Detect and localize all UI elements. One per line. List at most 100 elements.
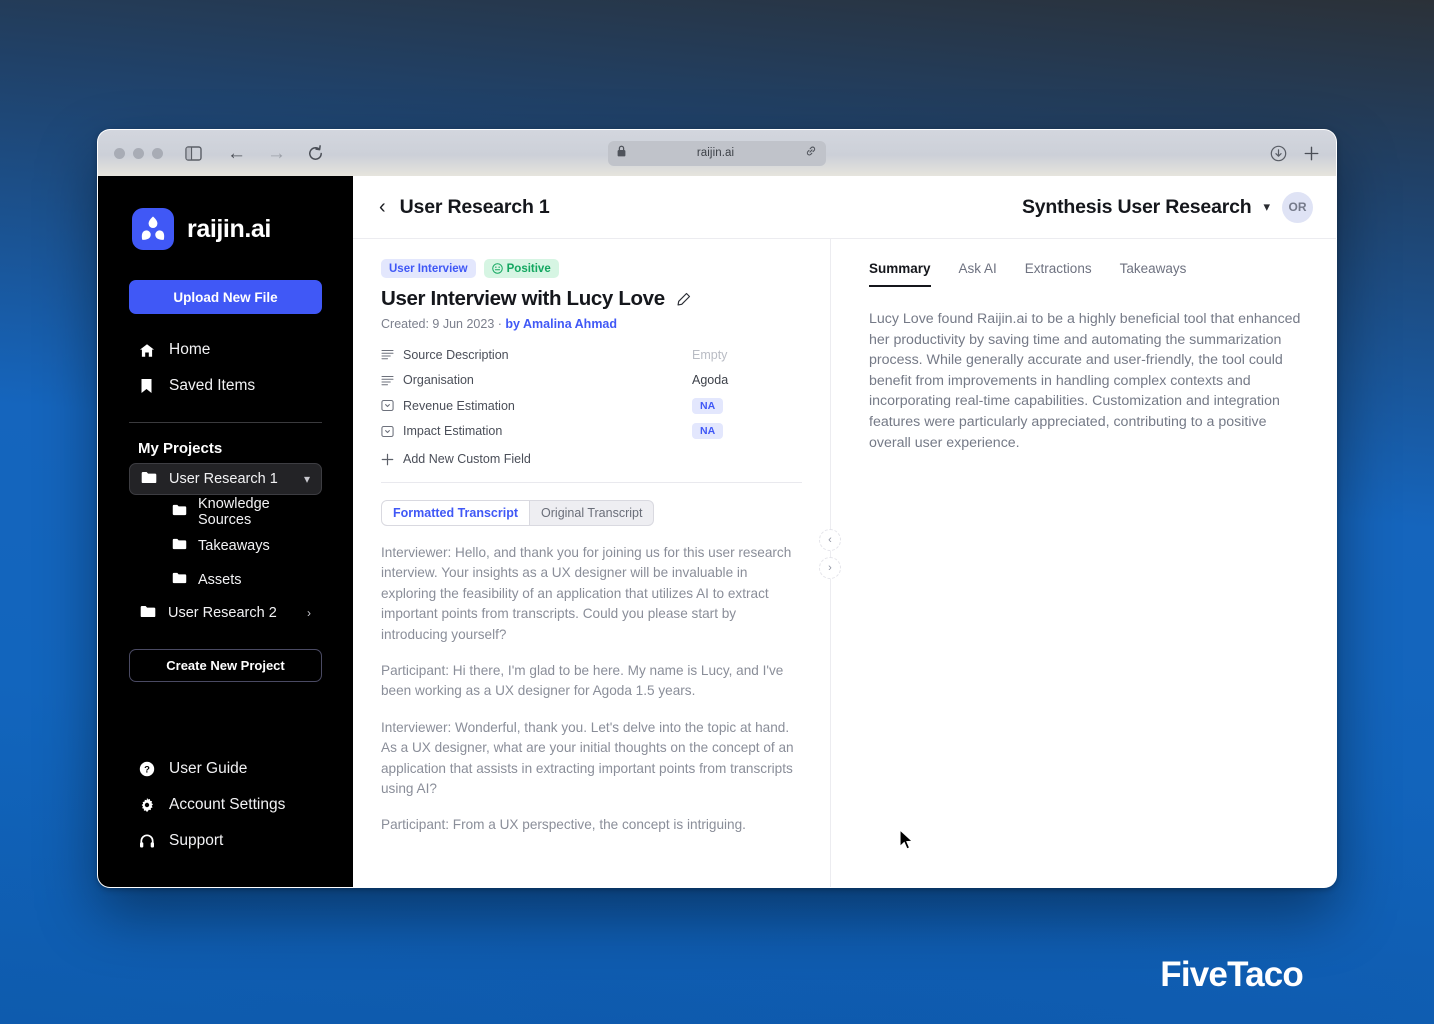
workspace-selector-label[interactable]: Synthesis User Research <box>1022 196 1252 219</box>
upload-new-file-button[interactable]: Upload New File <box>129 280 322 314</box>
field-label: Source Description <box>403 347 509 362</box>
transcript-paragraph: Participant: Hi there, I'm glad to be he… <box>381 662 784 699</box>
project-label: User Research 1 <box>169 471 278 487</box>
tab-extractions[interactable]: Extractions <box>1025 261 1092 287</box>
tab-original-transcript[interactable]: Original Transcript <box>530 500 655 526</box>
select-box-icon <box>381 399 403 412</box>
chevron-right-icon[interactable]: › <box>307 606 311 620</box>
minimize-window-button[interactable] <box>133 147 144 159</box>
status-badge-type[interactable]: User Interview <box>381 259 476 278</box>
fields-divider <box>381 482 802 483</box>
close-window-button[interactable] <box>114 147 125 159</box>
plus-icon[interactable] <box>1303 145 1320 162</box>
add-new-custom-field-button[interactable]: Add New Custom Field <box>381 446 802 472</box>
page-title: User Research 1 <box>399 195 550 218</box>
expand-right-panel-button[interactable]: › <box>819 557 841 579</box>
sidebar-item-support[interactable]: Support <box>129 823 322 859</box>
field-value[interactable]: NA <box>692 397 802 414</box>
address-bar[interactable]: raijin.ai <box>608 140 826 166</box>
folder-icon <box>172 504 187 520</box>
reload-icon[interactable] <box>307 144 324 162</box>
sidebar-item-account-settings[interactable]: Account Settings <box>129 787 322 823</box>
sidebar-subitem-assets[interactable]: Assets <box>129 563 322 597</box>
document-badges: User Interview Positive <box>381 259 802 278</box>
field-row-impact-estimation[interactable]: Impact Estimation NA <box>381 419 802 445</box>
document-author[interactable]: by Amalina Ahmad <box>505 317 617 331</box>
window-controls[interactable] <box>114 147 163 159</box>
status-badge-sentiment[interactable]: Positive <box>483 259 559 278</box>
field-value[interactable]: Agoda <box>692 373 802 387</box>
plus-icon <box>381 453 403 466</box>
collapse-left-panel-button[interactable]: ‹ <box>819 529 841 551</box>
sidebar-toggle-icon[interactable] <box>185 145 202 161</box>
field-value-pill: NA <box>692 397 724 414</box>
tab-summary[interactable]: Summary <box>869 261 931 287</box>
text-lines-icon <box>381 375 403 386</box>
field-row-source-description[interactable]: Source Description Empty <box>381 342 802 368</box>
field-label: Revenue Estimation <box>403 398 515 413</box>
field-row-revenue-estimation[interactable]: Revenue Estimation NA <box>381 393 802 419</box>
add-field-label: Add New Custom Field <box>403 452 531 466</box>
tab-ask-ai[interactable]: Ask AI <box>959 261 997 287</box>
link-icon[interactable] <box>805 144 817 162</box>
tab-formatted-transcript[interactable]: Formatted Transcript <box>381 500 531 526</box>
badge-sentiment-label: Positive <box>506 262 551 275</box>
project-row-user-research-1[interactable]: User Research 1 ▾ <box>129 463 322 495</box>
watermark: FiveTaco <box>1160 955 1304 994</box>
transcript-paragraph: Interviewer: Wonderful, thank you. Let's… <box>381 719 794 796</box>
sidebar-item-label: Home <box>169 341 211 358</box>
primary-nav: Home Saved Items <box>98 332 353 404</box>
select-box-icon <box>381 425 403 438</box>
field-value[interactable]: Empty <box>692 348 802 362</box>
brand[interactable]: raijin.ai <box>98 194 353 250</box>
home-icon <box>138 343 155 358</box>
transcript-body: Interviewer: Hello, and thank you for jo… <box>381 543 802 836</box>
sidebar-item-label: User Guide <box>169 760 248 777</box>
project-row-user-research-2[interactable]: User Research 2 › <box>129 597 322 629</box>
panes: User Interview Positive User Interview w… <box>353 239 1336 887</box>
sidebar-subitem-takeaways[interactable]: Takeaways <box>129 529 322 563</box>
secondary-nav: ? User Guide Account Settings Support <box>98 733 353 887</box>
maximize-window-button[interactable] <box>152 147 163 159</box>
browser-window: ← → raijin.ai raijin.ai Upload New File … <box>97 129 1337 888</box>
avatar[interactable]: OR <box>1282 191 1313 223</box>
tab-takeaways[interactable]: Takeaways <box>1120 261 1187 287</box>
toolbar-right-actions[interactable] <box>1270 145 1320 162</box>
field-label: Impact Estimation <box>403 424 503 439</box>
sidebar-item-label: Account Settings <box>169 796 286 813</box>
sidebar-item-user-guide[interactable]: ? User Guide <box>129 751 322 787</box>
field-label: Organisation <box>403 373 474 388</box>
svg-text:?: ? <box>144 764 150 775</box>
transcript-paragraph: Interviewer: Hello, and thank you for jo… <box>381 545 792 642</box>
field-row-organisation[interactable]: Organisation Agoda <box>381 368 802 394</box>
main-content: ‹ User Research 1 Synthesis User Researc… <box>353 176 1336 887</box>
browser-toolbar: ← → raijin.ai <box>98 130 1336 176</box>
chevron-down-icon[interactable]: ▾ <box>1263 199 1270 215</box>
summary-text: Lucy Love found Raijin.ai to be a highly… <box>869 311 1301 451</box>
insights-pane: Summary Ask AI Extractions Takeaways Luc… <box>831 239 1336 887</box>
forward-arrow-icon[interactable]: → <box>267 144 286 163</box>
back-button[interactable]: ‹ <box>371 196 394 219</box>
folder-icon <box>141 471 157 488</box>
subitem-label: Assets <box>198 572 242 588</box>
document-meta: Created: 9 Jun 2023 · by Amalina Ahmad <box>381 317 802 331</box>
chevron-down-icon[interactable]: ▾ <box>304 472 310 486</box>
document-pane: User Interview Positive User Interview w… <box>353 239 830 887</box>
text-lines-icon <box>381 349 403 360</box>
meta-separator: · <box>497 317 502 331</box>
create-new-project-button[interactable]: Create New Project <box>129 649 322 682</box>
gear-icon <box>138 797 155 813</box>
sidebar-item-label: Support <box>169 832 224 849</box>
back-arrow-icon[interactable]: ← <box>227 144 246 163</box>
download-icon[interactable] <box>1270 145 1287 162</box>
sidebar-subitem-knowledge-sources[interactable]: Knowledge Sources <box>129 495 322 529</box>
sidebar-item-home[interactable]: Home <box>129 332 322 368</box>
navigation-buttons[interactable]: ← → <box>227 144 324 163</box>
sidebar-item-label: Saved Items <box>169 377 256 394</box>
field-value[interactable]: NA <box>692 423 802 440</box>
insights-tabs: Summary Ask AI Extractions Takeaways <box>869 261 1306 287</box>
document-title-row: User Interview with Lucy Love <box>381 287 802 311</box>
pencil-icon[interactable] <box>676 292 691 307</box>
sidebar-item-saved-items[interactable]: Saved Items <box>129 368 322 404</box>
custom-fields-list: Source Description Empty Organisation Ag… <box>381 342 802 472</box>
